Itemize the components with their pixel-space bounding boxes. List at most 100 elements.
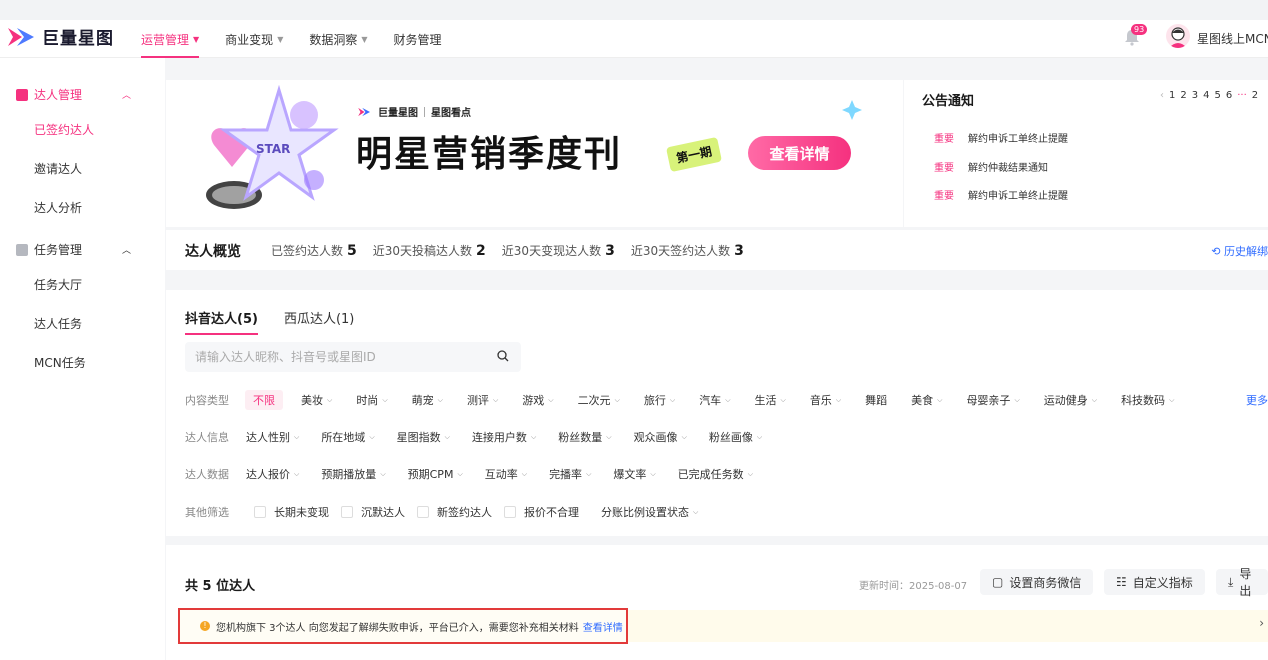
filter-dropdown[interactable]: 互动率 ⌵ [485, 466, 527, 482]
announcement-item[interactable]: 重要 解约申诉工单终止提醒 [934, 130, 1068, 145]
sidebar-group-tasks[interactable]: 任务管理 ︿ [16, 241, 131, 258]
filter-option-label: 音乐 [809, 394, 832, 407]
filter-dropdown[interactable]: 分账比例设置状态 ⌵ [601, 504, 698, 520]
checkbox-box[interactable] [254, 506, 266, 518]
filter-option[interactable]: 运动健身 ⌵ [1044, 392, 1097, 408]
stat-signed: 已签约达人数 5 [271, 242, 357, 259]
page-number[interactable]: 5 [1215, 90, 1221, 101]
filter-dropdown[interactable]: 达人性别 ⌵ [246, 429, 299, 445]
chevron-down-icon: ⌵ [521, 469, 528, 478]
page-number[interactable]: 1 [1169, 90, 1175, 101]
filter-option[interactable]: 萌宠 ⌵ [412, 392, 443, 408]
tab-douyin[interactable]: 抖音达人(5) [185, 308, 258, 335]
filter-dropdown[interactable]: 粉丝数量 ⌵ [558, 429, 611, 445]
filter-option[interactable]: 游戏 ⌵ [522, 392, 553, 408]
checkbox-newly-signed[interactable]: 新签约达人 [417, 504, 492, 520]
filter-option[interactable]: 美妆 ⌵ [301, 392, 332, 408]
announcement-item[interactable]: 重要 解约仲裁结果通知 [934, 159, 1048, 174]
filter-option[interactable]: 测评 ⌵ [467, 392, 498, 408]
star-illustration-icon: STAR [206, 85, 339, 209]
history-unbind-link[interactable]: ⟲ 历史解绑 [1211, 243, 1268, 259]
alert-view-details-link[interactable]: 查看详情 [583, 619, 623, 634]
stat-posted-30d: 近30天投稿达人数 2 [373, 242, 486, 259]
filter-dropdown[interactable]: 粉丝画像 ⌵ [709, 429, 762, 445]
sidebar-item-mcn-tasks[interactable]: MCN任务 [34, 354, 86, 371]
filter-option[interactable]: 不限 [245, 390, 283, 410]
filter-dropdown[interactable]: 预期CPM ⌵ [408, 466, 463, 482]
nav-finance[interactable]: 财务管理 [394, 20, 442, 58]
sidebar-group-creators[interactable]: 达人管理 ︿ [16, 86, 131, 103]
filter-dropdown[interactable]: 星图指数 ⌵ [397, 429, 450, 445]
nav-operations[interactable]: 运营管理 ▼ [141, 20, 200, 58]
filter-option[interactable]: 美食 ⌵ [911, 392, 942, 408]
checkbox-unreasonable-quote[interactable]: 报价不合理 [504, 504, 579, 520]
filter-option[interactable]: 二次元 ⌵ [578, 392, 620, 408]
custom-metrics-button[interactable]: ☷ 自定义指标 [1104, 569, 1205, 595]
filter-dropdown[interactable]: 所在地域 ⌵ [321, 429, 374, 445]
filter-dropdown[interactable]: 预期播放量 ⌵ [321, 466, 385, 482]
announcement-text: 解约仲裁结果通知 [968, 163, 1048, 174]
important-tag: 重要 [934, 191, 954, 202]
filter-option[interactable]: 母婴亲子 ⌵ [966, 392, 1019, 408]
filter-option-label: 预期播放量 [321, 468, 377, 481]
checkbox-box[interactable] [417, 506, 429, 518]
page-number[interactable]: 4 [1203, 90, 1209, 101]
promo-banner[interactable]: STAR 巨量星图 星图看点 明星营销季度刊 第一期 查看详情 [166, 80, 903, 227]
filter-option[interactable]: 生活 ⌵ [755, 392, 786, 408]
logo-text: 巨量星图 [42, 29, 114, 49]
page-number[interactable]: 6 [1226, 90, 1232, 101]
filter-option[interactable]: 旅行 ⌵ [644, 392, 675, 408]
set-business-wechat-button[interactable]: ▢ 设置商务微信 [980, 569, 1094, 595]
checkbox-box[interactable] [341, 506, 353, 518]
chevron-down-icon: ⌵ [693, 507, 699, 516]
avatar[interactable] [1166, 24, 1190, 48]
sidebar-item-creator-tasks[interactable]: 达人任务 [34, 315, 82, 332]
page-number[interactable]: 3 [1192, 90, 1198, 101]
sidebar-item-invite-creators[interactable]: 邀请达人 [34, 160, 82, 177]
filter-option[interactable]: 汽车 ⌵ [699, 392, 730, 408]
chevron-down-icon: ⌵ [380, 469, 386, 478]
filter-option[interactable]: 舞蹈 [865, 392, 887, 408]
banner-brand-row: 巨量星图 星图看点 [358, 104, 471, 119]
nav-insights[interactable]: 数据洞察 ▼ [309, 20, 367, 58]
settings-icon: ☷ [1116, 575, 1127, 589]
checkbox-silent[interactable]: 沉默达人 [341, 504, 405, 520]
filter-dropdown[interactable]: 完播率 ⌵ [549, 466, 591, 482]
filter-dropdown[interactable]: 已完成任务数 ⌵ [678, 466, 753, 482]
filter-option[interactable]: 科技数码 ⌵ [1121, 392, 1174, 408]
nav-monetization[interactable]: 商业变现 ▼ [225, 20, 283, 58]
sidebar-item-signed-creators[interactable]: 已签约达人 [34, 121, 94, 138]
sidebar-item-task-hall[interactable]: 任务大厅 [34, 276, 82, 293]
app-logo[interactable]: 巨量星图 [8, 24, 114, 49]
search-icon[interactable] [497, 350, 509, 362]
chevron-down-icon: ⌵ [548, 395, 554, 404]
filter-dropdown[interactable]: 达人报价 ⌵ [246, 466, 299, 482]
chevron-right-icon[interactable]: › [1259, 616, 1264, 630]
page-number[interactable]: 2 [1180, 90, 1186, 101]
chevron-left-icon[interactable]: ‹ [1160, 90, 1164, 101]
filter-option-label: 游戏 [522, 394, 545, 407]
filter-dropdown[interactable]: 爆文率 ⌵ [613, 466, 655, 482]
export-button[interactable]: ⤓ 导出 [1216, 567, 1268, 598]
tab-xigua[interactable]: 西瓜达人(1) [284, 308, 354, 335]
page-number[interactable]: 2 [1252, 90, 1258, 101]
filter-dropdown[interactable]: 观众画像 ⌵ [634, 429, 687, 445]
filter-option[interactable]: 时尚 ⌵ [356, 392, 387, 408]
more-options-link[interactable]: 更多 [1246, 392, 1268, 408]
history-icon: ⟲ [1211, 245, 1224, 258]
alert-bar-background [628, 610, 1268, 642]
filter-dropdown[interactable]: 连接用户数 ⌵ [472, 429, 536, 445]
filter-row-creator-data: 达人数据 达人报价 ⌵ 预期播放量 ⌵ 预期CPM ⌵ 互动率 ⌵ 完播率 ⌵ 爆文率 ⌵ … [185, 466, 775, 482]
announcement-item[interactable]: 重要 解约申诉工单终止提醒 [934, 187, 1068, 202]
chevron-down-icon: ⌵ [586, 469, 592, 478]
banner-cta-button[interactable]: 查看详情 [748, 136, 851, 170]
checkbox-box[interactable] [504, 506, 516, 518]
search-input[interactable] [185, 342, 485, 372]
filter-option-label: 美食 [911, 394, 934, 407]
checkbox-long-unmonetized[interactable]: 长期未变现 [254, 504, 329, 520]
page-ellipsis[interactable]: ··· [1237, 90, 1247, 101]
username[interactable]: 星图线上MCN [1197, 30, 1268, 47]
filter-option[interactable]: 音乐 ⌵ [810, 392, 841, 408]
appeal-alert[interactable]: ! 您机构旗下 3个达人 向您发起了解绑失败申诉，平台已介入，需要您补充相关材料… [178, 608, 628, 644]
sidebar-item-creator-analysis[interactable]: 达人分析 [34, 199, 82, 216]
